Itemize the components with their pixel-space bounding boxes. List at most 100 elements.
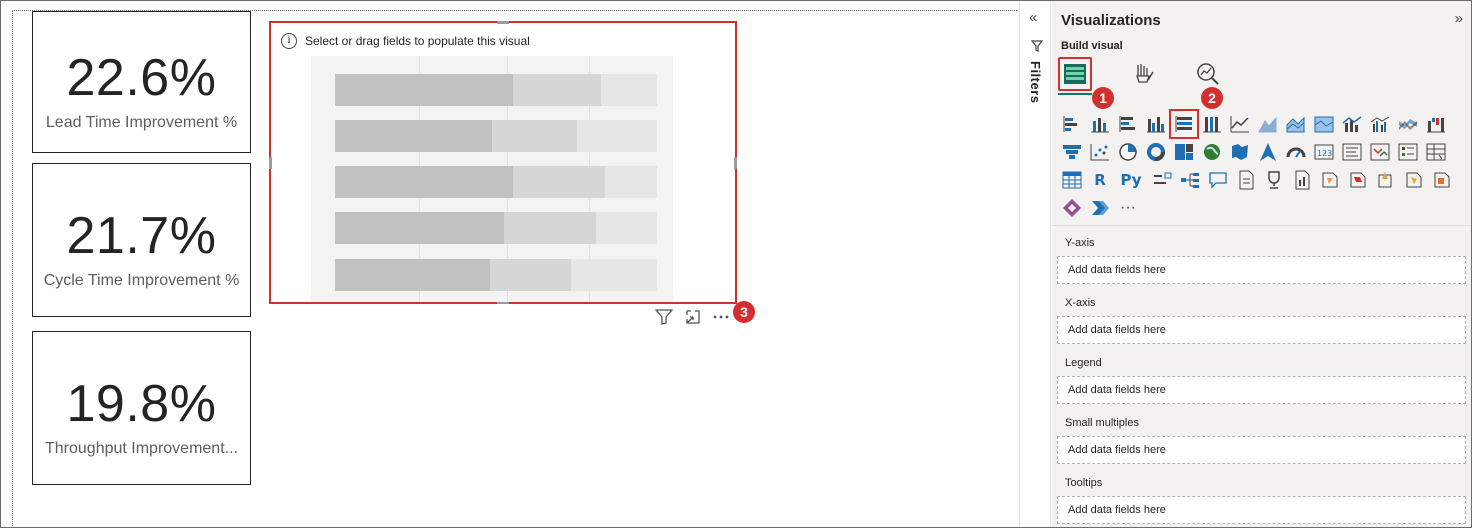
donut-chart-icon[interactable] [1144, 140, 1168, 164]
funnel-chart-icon[interactable] [1060, 140, 1084, 164]
analytics-icon [1197, 63, 1219, 85]
pane-title: Visualizations [1061, 12, 1161, 29]
well-label-tooltips: Tooltips [1065, 477, 1103, 489]
power-automate-icon[interactable] [1346, 168, 1370, 192]
bar-chart-placeholder-graphic [311, 56, 673, 302]
r-script-visual-icon[interactable]: R [1088, 168, 1112, 192]
map-icon[interactable] [1200, 140, 1224, 164]
build-visual-icon [1064, 64, 1086, 84]
more-visuals-icon[interactable]: ··· [1116, 196, 1140, 220]
visual-hint-text: Select or drag fields to populate this v… [305, 34, 530, 48]
card-label: Cycle Time Improvement % [43, 272, 240, 289]
matrix-icon[interactable] [1060, 168, 1084, 192]
visual-hint: i Select or drag fields to populate this… [281, 33, 530, 49]
card-value: 21.7% [66, 207, 217, 265]
100-percent-stacked-area-chart-icon[interactable] [1312, 112, 1336, 136]
analytics-button[interactable] [1191, 57, 1225, 91]
selected-tab-indicator [1058, 93, 1092, 95]
filter-icon[interactable] [655, 309, 673, 325]
stacked-bar-chart-icon[interactable] [1060, 112, 1084, 136]
kpi-icon[interactable] [1368, 140, 1392, 164]
collapse-chevron-icon[interactable]: « [1029, 9, 1037, 26]
azure-map-icon[interactable] [1256, 140, 1280, 164]
get-more-visuals-icon[interactable] [1430, 168, 1454, 192]
svg-text:123: 123 [1317, 149, 1332, 158]
build-visual-label: Build visual [1061, 40, 1123, 52]
gauge-icon[interactable] [1284, 140, 1308, 164]
filters-label[interactable]: Filters [1028, 61, 1043, 104]
filters-pane-collapsed[interactable]: « Filters [1019, 1, 1051, 527]
stacked-column-chart-icon[interactable] [1088, 112, 1112, 136]
format-visual-button[interactable] [1126, 57, 1160, 91]
placeholder-bar [335, 74, 657, 106]
x-axis-field-well[interactable]: Add data fields here [1057, 316, 1466, 344]
clustered-bar-chart-icon[interactable] [1116, 112, 1140, 136]
power-apps-visual-icon[interactable] [1060, 196, 1084, 220]
resize-handle-right[interactable] [734, 157, 737, 169]
powerbi-report-editor: 22.6% Lead Time Improvement % 21.7% Cycl… [0, 0, 1472, 528]
placeholder-bar [335, 166, 657, 198]
more-options-icon[interactable] [713, 314, 729, 320]
ribbon-chart-icon[interactable] [1396, 112, 1420, 136]
legend-field-well[interactable]: Add data fields here [1057, 376, 1466, 404]
power-apps-icon[interactable] [1318, 168, 1342, 192]
well-label-y-axis: Y-axis [1065, 237, 1095, 249]
clustered-column-chart-icon[interactable] [1144, 112, 1168, 136]
table-icon[interactable] [1424, 140, 1448, 164]
filled-map-icon[interactable] [1228, 140, 1252, 164]
stacked-area-chart-icon[interactable] [1284, 112, 1308, 136]
100-percent-stacked-column-chart-icon[interactable] [1200, 112, 1224, 136]
visual-header-actions [655, 309, 729, 325]
kpi-card-cycle-time[interactable]: 21.7% Cycle Time Improvement % [32, 163, 251, 317]
kpi-card-throughput[interactable]: 19.8% Throughput Improvement... [32, 331, 251, 485]
qa-visual-icon[interactable] [1206, 168, 1230, 192]
card-label: Throughput Improvement... [45, 440, 238, 457]
key-influencers-icon[interactable] [1150, 168, 1174, 192]
smart-narrative-icon[interactable] [1234, 168, 1258, 192]
report-canvas[interactable]: 22.6% Lead Time Improvement % 21.7% Cycl… [1, 1, 1019, 528]
resize-handle-left[interactable] [269, 157, 272, 169]
well-label-x-axis: X-axis [1065, 297, 1096, 309]
well-label-legend: Legend [1065, 357, 1102, 369]
placeholder-bar [335, 120, 657, 152]
tooltips-field-well[interactable]: Add data fields here [1057, 496, 1466, 524]
format-visual-icon [1136, 64, 1154, 83]
custom-visual-icon[interactable] [1374, 168, 1398, 192]
empty-bar-chart-visual[interactable]: i Select or drag fields to populate this… [269, 21, 737, 304]
card-value: 22.6% [66, 49, 217, 107]
card-value: 19.8% [66, 375, 217, 433]
scatter-chart-icon[interactable] [1088, 140, 1112, 164]
card-label: Lead Time Improvement % [45, 114, 238, 131]
build-visual-button[interactable] [1058, 57, 1092, 91]
area-chart-icon[interactable] [1256, 112, 1280, 136]
metrics-icon[interactable] [1262, 168, 1286, 192]
line-and-clustered-column-chart-icon[interactable] [1368, 112, 1392, 136]
paginated-report-icon[interactable] [1290, 168, 1314, 192]
small-multiples-field-well[interactable]: Add data fields here [1057, 436, 1466, 464]
pane-divider [1052, 225, 1471, 226]
y-axis-field-well[interactable]: Add data fields here [1057, 256, 1466, 284]
line-and-stacked-column-chart-icon[interactable] [1340, 112, 1364, 136]
placeholder-bar [335, 212, 657, 244]
resize-handle-top[interactable] [497, 21, 509, 24]
waterfall-chart-icon[interactable] [1424, 112, 1448, 136]
placeholder-bar [335, 259, 657, 291]
multi-row-card-icon[interactable] [1340, 140, 1364, 164]
100-percent-stacked-bar-chart-icon[interactable] [1169, 109, 1199, 139]
line-chart-icon[interactable] [1228, 112, 1252, 136]
slicer-icon[interactable] [1396, 140, 1420, 164]
focus-mode-icon[interactable] [685, 309, 701, 325]
expand-chevron-icon[interactable]: » [1455, 10, 1463, 27]
card-icon[interactable]: 123 [1312, 140, 1336, 164]
power-automate-visual-icon[interactable] [1088, 196, 1112, 220]
python-visual-icon[interactable]: Py [1116, 168, 1146, 192]
decomposition-tree-icon[interactable] [1178, 168, 1202, 192]
step-badge-3: 3 [733, 301, 755, 323]
kpi-card-lead-time[interactable]: 22.6% Lead Time Improvement % [32, 11, 251, 153]
well-label-small-multiples: Small multiples [1065, 417, 1139, 429]
treemap-icon[interactable] [1172, 140, 1196, 164]
arcgis-map-icon[interactable] [1402, 168, 1426, 192]
pie-chart-icon[interactable] [1116, 140, 1140, 164]
info-icon: i [281, 33, 297, 49]
step-badge-1: 1 [1092, 87, 1114, 109]
